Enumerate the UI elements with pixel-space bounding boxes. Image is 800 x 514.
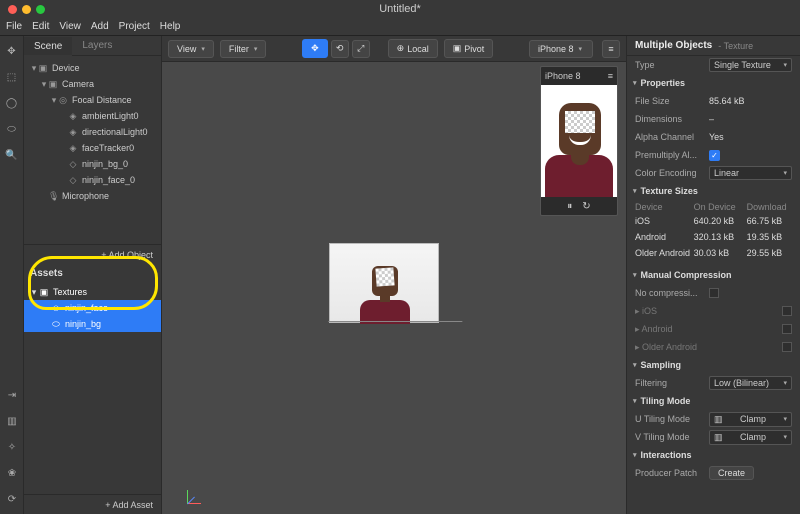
add-object-button[interactable]: + Add Object [24, 244, 161, 264]
preview-menu-icon[interactable]: ≡ [608, 71, 613, 81]
title-bar: Untitled* [0, 0, 800, 18]
tool-icon[interactable]: ⇥ [5, 388, 19, 402]
manipulator-move-button[interactable]: ✥ [302, 39, 328, 58]
assets-header: Assets [24, 264, 161, 282]
tool-icon[interactable]: 🔍 [5, 148, 19, 162]
zoom-window-button[interactable] [36, 5, 45, 14]
tree-item[interactable]: ▾◎Focal Distance [24, 92, 161, 108]
section-sampling[interactable]: Sampling [627, 356, 800, 374]
tool-icon[interactable]: ⬭ [5, 122, 19, 136]
preview-image [541, 85, 617, 197]
tab-layers[interactable]: Layers [72, 36, 122, 55]
tree-item[interactable]: ◇ninjin_bg_0 [24, 156, 161, 172]
create-patch-button[interactable]: Create [709, 466, 754, 480]
pause-icon[interactable]: ⏸ [567, 201, 572, 212]
menu-bar: File Edit View Add Project Help [0, 18, 800, 36]
ios-compression-checkbox[interactable] [782, 306, 792, 316]
no-compression-checkbox[interactable] [709, 288, 719, 298]
scene-panel-tabs: Scene Layers [24, 36, 161, 56]
tool-icon[interactable]: ✥ [5, 44, 19, 58]
inspector-panel: Multiple Objects- Texture TypeSingle Tex… [626, 36, 800, 514]
manipulator-rotate-button[interactable]: ⟲ [331, 40, 349, 58]
tree-item[interactable]: ◈faceTracker0 [24, 140, 161, 156]
color-encoding-select[interactable]: Linear [709, 166, 792, 180]
viewport-panel: View Filter ✥ ⟲ ⤢ ⊕ Local ▣ Pivot iPhone… [162, 36, 626, 514]
preview-menu-icon[interactable]: ≡ [602, 40, 620, 58]
scene-plane [329, 243, 459, 343]
older-android-compression-checkbox[interactable] [782, 342, 792, 352]
tab-scene[interactable]: Scene [24, 37, 72, 56]
asset-item[interactable]: ⬭ninjin_bg [24, 316, 161, 332]
menu-file[interactable]: File [6, 21, 22, 32]
tree-item[interactable]: ◈ambientLight0 [24, 108, 161, 124]
tool-icon[interactable]: ⟳ [5, 492, 19, 506]
tool-icon[interactable]: ◯ [5, 96, 19, 110]
tool-icon[interactable]: ❀ [5, 466, 19, 480]
minimize-window-button[interactable] [22, 5, 31, 14]
device-dropdown[interactable]: iPhone 8 [529, 40, 593, 58]
tree-item[interactable]: ▾▣Device [24, 60, 161, 76]
type-select[interactable]: Single Texture [709, 58, 792, 72]
axis-gizmo [176, 480, 200, 504]
filtering-select[interactable]: Low (Bilinear) [709, 376, 792, 390]
add-asset-button[interactable]: + Add Asset [24, 494, 161, 514]
menu-project[interactable]: Project [119, 21, 150, 32]
menu-add[interactable]: Add [91, 21, 109, 32]
scene-tree[interactable]: ▾▣Device▾▣Camera▾◎Focal Distance◈ambient… [24, 56, 161, 244]
asset-item[interactable]: ☺ninjin_face [24, 300, 161, 316]
space-local-button[interactable]: ⊕ Local [388, 39, 438, 58]
section-properties[interactable]: Properties [627, 74, 800, 92]
menu-edit[interactable]: Edit [32, 21, 49, 32]
premultiply-checkbox[interactable]: ✓ [709, 150, 720, 161]
android-compression-checkbox[interactable] [782, 324, 792, 334]
pivot-button[interactable]: ▣ Pivot [444, 39, 494, 58]
texture-sizes-table: DeviceOn DeviceDownload iOS640.20 kB66.7… [627, 200, 800, 266]
section-texture-sizes[interactable]: Texture Sizes [627, 182, 800, 200]
restart-icon[interactable]: ↻ [582, 201, 590, 212]
tree-item[interactable]: ◇ninjin_face_0 [24, 172, 161, 188]
device-preview: iPhone 8 ≡ ⏸ ↻ [540, 66, 618, 216]
menu-view[interactable]: View [59, 21, 81, 32]
inspector-title: Multiple Objects [635, 40, 712, 51]
face-mask-checker [375, 267, 394, 286]
manipulator-scale-button[interactable]: ⤢ [352, 40, 370, 58]
tree-item[interactable]: ◈directionalLight0 [24, 124, 161, 140]
filter-dropdown[interactable]: Filter [220, 40, 267, 58]
v-tiling-select[interactable]: ▥ Clamp [709, 430, 792, 445]
tree-item[interactable]: ▾▣Camera [24, 76, 161, 92]
menu-help[interactable]: Help [160, 21, 181, 32]
left-tool-strip: ✥ ⬚ ◯ ⬭ 🔍 ⇥ ▥ ✧ ❀ ⟳ [0, 36, 24, 514]
tool-icon[interactable]: ✧ [5, 440, 19, 454]
inspector-subtitle: - Texture [718, 41, 753, 51]
window-title: Untitled* [379, 3, 421, 15]
tool-icon[interactable]: ▥ [5, 414, 19, 428]
section-interactions[interactable]: Interactions [627, 446, 800, 464]
tree-item[interactable]: 🎙Microphone [24, 188, 161, 204]
section-tiling[interactable]: Tiling Mode [627, 392, 800, 410]
close-window-button[interactable] [8, 5, 17, 14]
u-tiling-select[interactable]: ▥ Clamp [709, 412, 792, 427]
tool-icon[interactable]: ⬚ [5, 70, 19, 84]
section-manual-compression[interactable]: Manual Compression [627, 266, 800, 284]
view-dropdown[interactable]: View [168, 40, 214, 58]
assets-tree[interactable]: ▾▣Textures☺ninjin_face⬭ninjin_bg [24, 282, 161, 494]
preview-device-label: iPhone 8 [545, 71, 581, 81]
asset-item[interactable]: ▾▣Textures [24, 284, 161, 300]
